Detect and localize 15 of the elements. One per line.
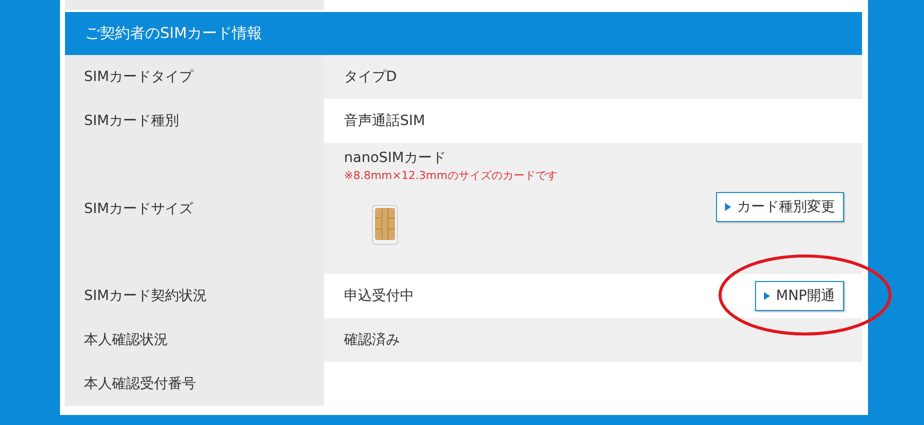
action-button[interactable]: MNP開通	[755, 281, 844, 311]
row-label: 本人確認状況	[65, 318, 324, 362]
row-label: SIMカードサイズ	[65, 143, 324, 274]
row-value: 申込受付中	[344, 287, 414, 305]
row-label: 本人確認受付番号	[65, 362, 324, 406]
row-value: タイプD	[344, 68, 397, 86]
row-value: 確認済み	[344, 331, 400, 349]
size-note: ※8.8mm×12.3mmのサイズのカードです	[344, 168, 558, 183]
section-header: ご契約者のSIMカード情報	[65, 12, 862, 55]
row-label: SIMカードタイプ	[65, 55, 324, 99]
action-button[interactable]: カード種別変更	[716, 192, 844, 222]
row-value: nanoSIMカード	[344, 149, 446, 167]
row-label: SIMカード契約状況	[65, 274, 324, 318]
row-label: SIMカード種別	[65, 99, 324, 143]
row-value: 音声通話SIM	[344, 112, 426, 130]
